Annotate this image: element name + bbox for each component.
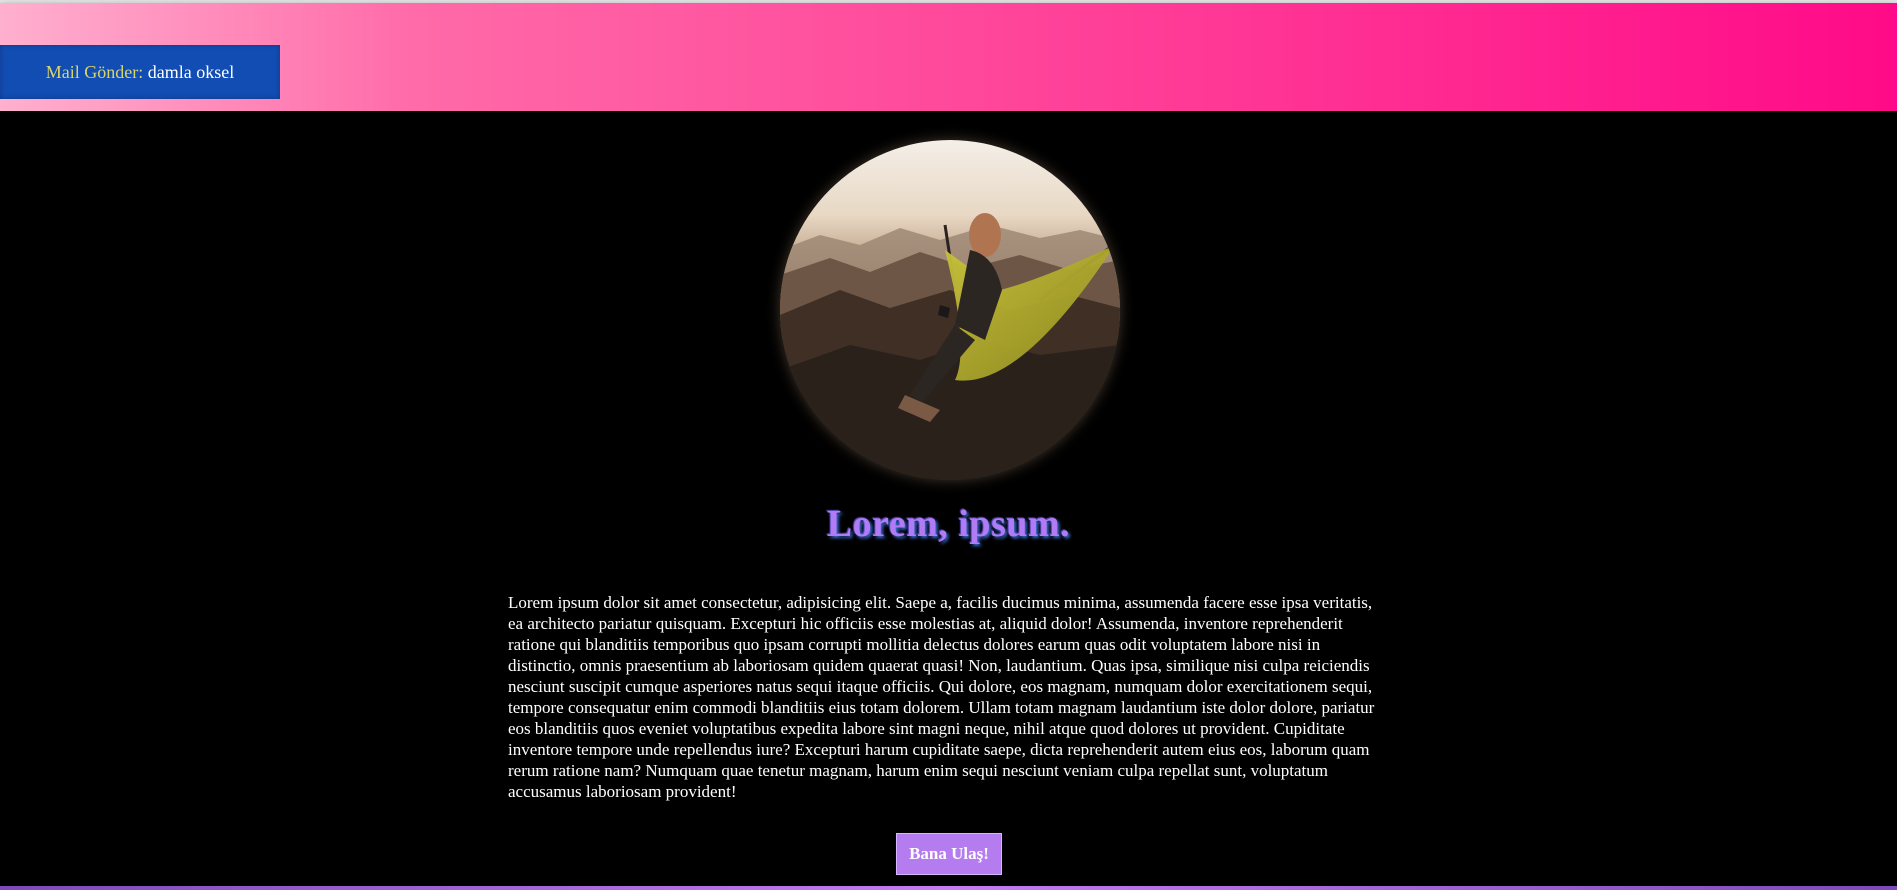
mail-label: Mail Gönder: <box>45 61 144 82</box>
body-paragraph: Lorem ipsum dolor sit amet consectetur, … <box>508 593 1375 801</box>
mail-name: damla oksel <box>143 61 235 82</box>
contact-me-button[interactable]: Bana Ulaş! <box>896 833 1002 875</box>
bottom-divider <box>0 886 1897 890</box>
page: Mail Gönder: damla oksel Lorem, ipsum. L… <box>0 0 1897 890</box>
hammock-mountain-photo-icon <box>780 140 1120 480</box>
profile-photo <box>780 140 1120 480</box>
page-title: Lorem, ipsum. <box>826 503 1071 545</box>
header-bar: Mail Gönder: damla oksel <box>0 3 1897 111</box>
mail-contact-link[interactable]: Mail Gönder: damla oksel <box>0 45 280 99</box>
